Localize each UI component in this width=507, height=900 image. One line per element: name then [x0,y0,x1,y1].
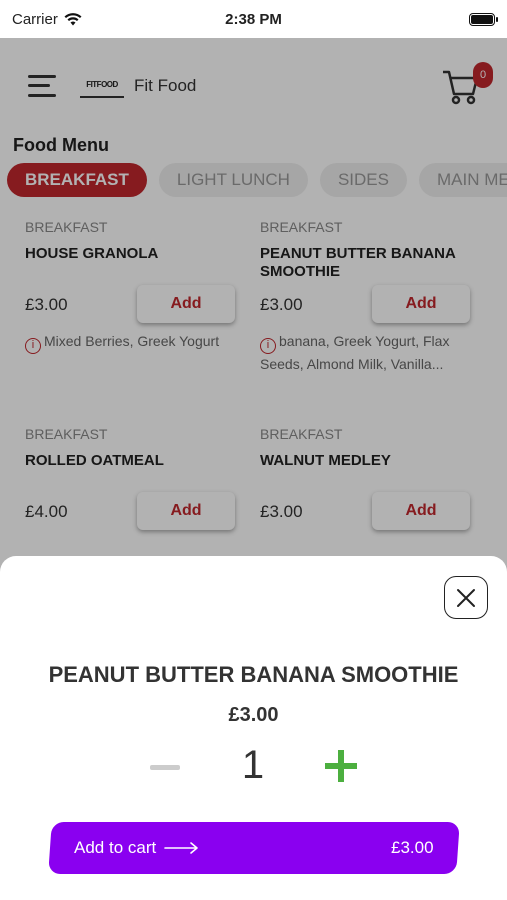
add-to-cart-label: Add to cart [74,838,157,857]
close-icon [457,588,475,607]
sheet-item-title: PEANUT BUTTER BANANA SMOOTHIE [48,662,459,687]
carrier-label: Carrier [12,10,58,28]
status-time: 2:38 PM [225,10,282,28]
quantity-stepper: 1 [0,741,507,793]
quantity-value: 1 [241,743,265,787]
arrow-right-icon [164,842,199,854]
decrease-button[interactable] [150,765,180,770]
sheet-item-price: £3.00 [228,704,279,726]
increase-button[interactable] [325,750,357,782]
add-to-cart-button[interactable]: Add to cart £3.00 [48,822,460,874]
cart-total: £3.00 [391,838,434,857]
battery-icon [469,12,498,26]
close-button[interactable] [444,576,488,619]
item-detail-sheet: PEANUT BUTTER BANANA SMOOTHIE £3.00 1 Ad… [0,556,507,900]
status-bar: Carrier 2:38 PM [0,0,507,38]
wifi-icon [64,12,82,25]
